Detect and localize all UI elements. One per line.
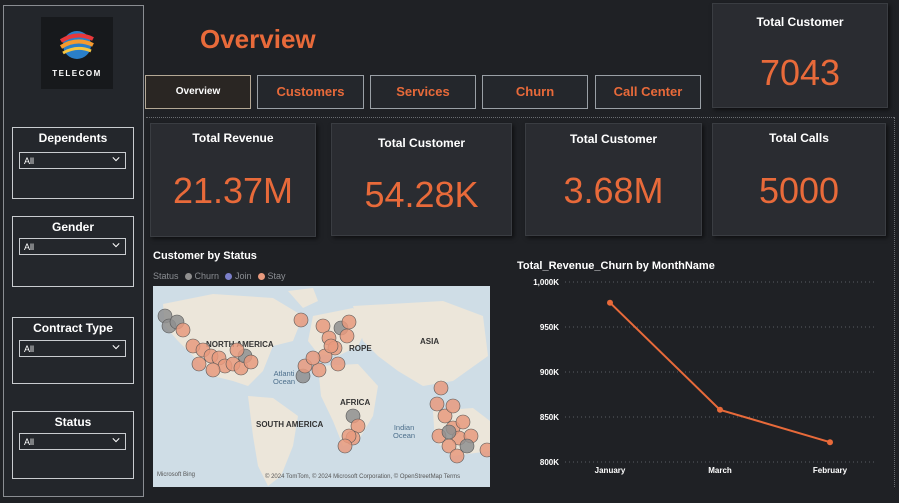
card-title: Total Customer bbox=[569, 132, 658, 146]
legend-label: Status bbox=[153, 271, 179, 281]
x-tick-label: January bbox=[595, 466, 626, 475]
sidebar: TELECOM Dependents All Gender All Contra… bbox=[3, 5, 144, 497]
map-point-stay[interactable] bbox=[330, 356, 346, 372]
map-point-stay[interactable] bbox=[229, 342, 245, 358]
y-tick-label: 850K bbox=[540, 413, 559, 422]
tab-overview[interactable]: Overview bbox=[145, 75, 251, 109]
total-customer-card-top: Total Customer 7043 bbox=[712, 3, 888, 108]
total-calls-card: Total Calls 5000 bbox=[712, 123, 886, 236]
legend-item: Join bbox=[235, 271, 252, 281]
gender-dropdown[interactable]: All bbox=[19, 238, 126, 255]
dropdown-value: All bbox=[24, 437, 35, 447]
map-point-stay[interactable] bbox=[205, 362, 221, 378]
dropdown-value: All bbox=[24, 156, 35, 166]
world-map[interactable]: NORTH AMERICA ROPE ASIA AFRICA SOUTH AME… bbox=[153, 286, 490, 487]
map-point-churn[interactable] bbox=[441, 424, 457, 440]
map-point-stay[interactable] bbox=[341, 314, 357, 330]
map-point-stay[interactable] bbox=[175, 322, 191, 338]
chevron-down-icon bbox=[112, 243, 120, 248]
chevron-down-icon bbox=[112, 157, 120, 162]
map-point-stay[interactable] bbox=[293, 312, 309, 328]
total-customer-card-k: Total Customer 54.28K bbox=[331, 123, 512, 236]
map-point-churn[interactable] bbox=[459, 438, 475, 454]
logo-text: TELECOM bbox=[52, 69, 102, 78]
card-value: 5000 bbox=[758, 170, 840, 211]
tab-churn[interactable]: Churn bbox=[482, 75, 588, 109]
legend-dot-churn bbox=[184, 272, 192, 280]
map-point-stay[interactable] bbox=[339, 328, 355, 344]
data-point[interactable] bbox=[607, 299, 613, 306]
telecom-logo: TELECOM bbox=[41, 17, 113, 89]
dependents-dropdown[interactable]: All bbox=[19, 152, 126, 169]
data-point[interactable] bbox=[827, 439, 833, 446]
slicer-title: Dependents bbox=[38, 131, 108, 145]
chevron-down-icon bbox=[112, 345, 120, 350]
map-point-stay[interactable] bbox=[323, 338, 339, 354]
map-attribution[interactable]: © 2024 TomTom, © 2024 Microsoft Corporat… bbox=[265, 474, 460, 480]
map-points bbox=[157, 308, 490, 464]
legend-dot-stay bbox=[257, 272, 265, 280]
contract-type-dropdown[interactable]: All bbox=[19, 340, 126, 357]
slicer-status: Status All bbox=[12, 411, 134, 479]
card-title: Total Calls bbox=[769, 131, 829, 145]
card-value: 3.68M bbox=[563, 170, 664, 211]
map-point-stay[interactable] bbox=[455, 414, 471, 430]
page-title: Overview bbox=[200, 24, 316, 54]
map-point-stay[interactable] bbox=[445, 398, 461, 414]
map-legend: Status Churn Join Stay bbox=[153, 271, 286, 281]
dropdown-value: All bbox=[24, 242, 35, 252]
map-point-stay[interactable] bbox=[305, 350, 321, 366]
logo-icon bbox=[59, 31, 94, 59]
card-value: 21.37M bbox=[172, 170, 294, 211]
status-dropdown[interactable]: All bbox=[19, 433, 126, 450]
y-tick-label: 800K bbox=[540, 458, 559, 467]
map-point-stay[interactable] bbox=[337, 438, 353, 454]
slicer-title: Contract Type bbox=[33, 321, 113, 335]
chevron-down-icon bbox=[112, 438, 120, 443]
map-point-stay[interactable] bbox=[191, 356, 207, 372]
slicer-gender: Gender All bbox=[12, 216, 134, 287]
total-revenue-card: Total Revenue 21.37M bbox=[150, 123, 316, 237]
card-value: 54.28K bbox=[364, 174, 479, 215]
total-customer-card-m: Total Customer 3.68M bbox=[525, 123, 702, 236]
map-point-stay[interactable] bbox=[429, 396, 445, 412]
y-tick-label: 1,000K bbox=[533, 278, 559, 287]
slicer-contract-type: Contract Type All bbox=[12, 317, 134, 384]
legend-item: Churn bbox=[194, 271, 220, 281]
data-point[interactable] bbox=[717, 406, 723, 413]
tab-customers[interactable]: Customers bbox=[257, 75, 364, 109]
line-chart: 1,000K 950K 900K 850K 800K January March Februa… bbox=[533, 278, 875, 475]
divider bbox=[146, 117, 894, 118]
map-point-stay[interactable] bbox=[433, 380, 449, 396]
card-title: Total Customer bbox=[377, 136, 466, 150]
slicer-title: Gender bbox=[51, 220, 94, 234]
x-tick-label: February bbox=[813, 466, 848, 475]
map-point-stay[interactable] bbox=[479, 442, 490, 458]
y-tick-label: 950K bbox=[540, 323, 559, 332]
card-title: Total Customer bbox=[756, 15, 844, 29]
card-value: 7043 bbox=[759, 52, 841, 93]
map-point-stay[interactable] bbox=[243, 354, 259, 370]
tab-services[interactable]: Services bbox=[370, 75, 476, 109]
slicer-title: Status bbox=[54, 415, 92, 429]
legend-item: Stay bbox=[267, 271, 286, 281]
slicer-dependents: Dependents All bbox=[12, 127, 134, 199]
divider bbox=[894, 117, 895, 487]
map-title: Customer by Status bbox=[153, 250, 257, 262]
x-tick-label: March bbox=[708, 466, 732, 475]
chart-title: Total_Revenue_Churn by MonthName bbox=[517, 260, 715, 272]
bing-logo: Microsoft Bing bbox=[157, 472, 196, 478]
legend-dot-join bbox=[225, 272, 233, 280]
tab-call-center[interactable]: Call Center bbox=[595, 75, 701, 109]
card-title: Total Revenue bbox=[192, 131, 274, 145]
y-tick-label: 900K bbox=[540, 368, 559, 377]
dropdown-value: All bbox=[24, 344, 35, 354]
